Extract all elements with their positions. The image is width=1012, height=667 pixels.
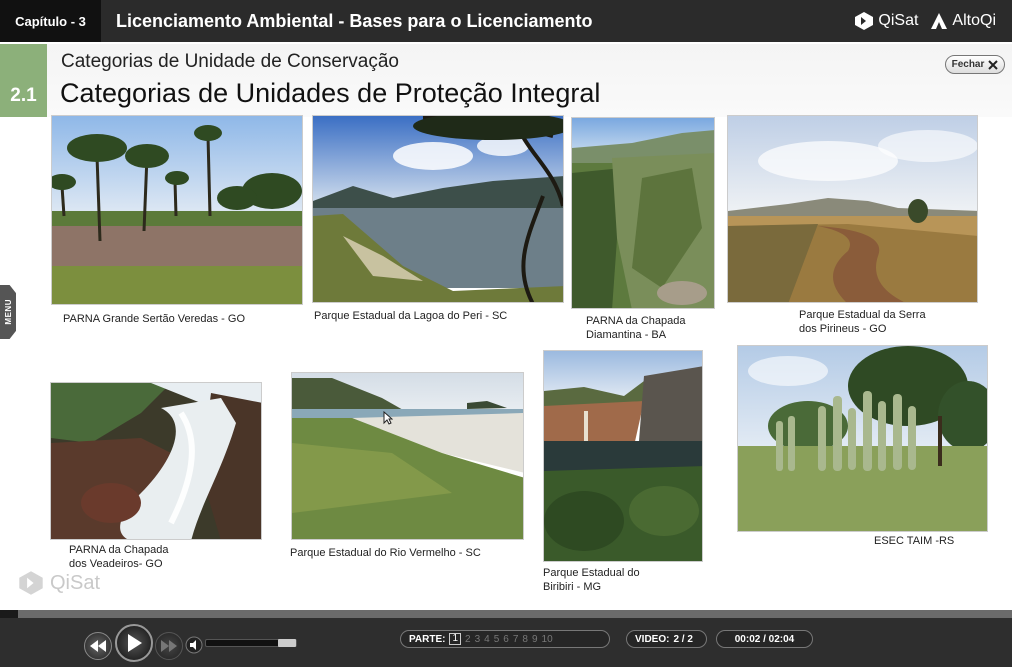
qisat-watermark: QiSat <box>18 570 100 596</box>
part-button-7[interactable]: 7 <box>513 634 519 645</box>
caption-line: Biribiri - MG <box>543 581 602 593</box>
photo-serra-dos-pirineus-image <box>728 116 977 302</box>
caption-line: Parque Estadual da Serra <box>799 309 926 321</box>
photo-lagoa-do-peri <box>312 115 564 303</box>
video-indicator-label: VIDEO: <box>635 633 670 645</box>
mouse-cursor-icon <box>383 411 393 425</box>
part-button-5[interactable]: 5 <box>494 634 500 645</box>
volume-icon[interactable] <box>185 636 203 654</box>
photo-chapada-diamantina <box>571 117 715 309</box>
altoqi-logo-text: AltoQi <box>952 12 996 29</box>
photo-chapada-dos-veadeiros <box>50 382 262 540</box>
caption-line: Diamantina - BA <box>586 329 667 341</box>
qisat-logo-text: QiSat <box>878 12 919 29</box>
qisat-watermark-text: QiSat <box>50 571 101 594</box>
photo-lagoa-do-peri-image <box>313 116 563 302</box>
part-button-6[interactable]: 6 <box>503 634 509 645</box>
part-button-9[interactable]: 9 <box>532 634 538 645</box>
section-subtitle: Categorias de Unidade de Conservação <box>61 51 399 72</box>
chapter-label: Capítulo - 3 <box>0 0 101 42</box>
photo-rio-vermelho <box>291 372 524 540</box>
course-title: Licenciamento Ambiental - Bases para o L… <box>116 10 593 31</box>
part-button-8[interactable]: 8 <box>522 634 528 645</box>
brand-logos: QiSat AltoQi <box>854 0 996 42</box>
photo-caption: ESEC TAIM -RS <box>874 534 954 548</box>
photo-caption: Parque Estadual da Serra dos Pirineus - … <box>799 308 926 336</box>
caption-line: ESEC TAIM -RS <box>874 535 955 547</box>
caption-line: PARNA da Chapada <box>586 315 686 327</box>
timeline-track[interactable] <box>0 610 1012 618</box>
close-icon <box>988 59 999 70</box>
timeline-progress <box>0 610 18 618</box>
photo-esec-taim-image <box>738 346 987 531</box>
caption-line: Parque Estadual do Rio Vermelho - SC <box>290 547 481 559</box>
altoqi-logo-icon <box>931 13 948 29</box>
menu-tab[interactable]: MENU <box>0 285 16 339</box>
photo-chapada-dos-veadeiros-image <box>51 383 261 539</box>
photo-grande-sertao-veredas <box>51 115 303 305</box>
close-button[interactable]: Fechar <box>945 55 1005 74</box>
top-bar: Capítulo - 3 Licenciamento Ambiental - B… <box>0 0 1012 42</box>
play-icon <box>128 634 142 652</box>
part-selector-label: PARTE: <box>409 633 446 645</box>
photo-rio-vermelho-image <box>292 373 523 539</box>
caption-line: dos Pirineus - GO <box>799 323 887 335</box>
photo-grande-sertao-veredas-image <box>52 116 302 304</box>
fast-forward-button[interactable] <box>155 632 183 660</box>
qisat-watermark-icon <box>19 571 43 595</box>
photo-caption: Parque Estadual da Lagoa do Peri - SC <box>314 309 507 323</box>
photo-chapada-diamantina-image <box>572 118 714 308</box>
part-button-1[interactable]: 1 <box>449 633 462 645</box>
photo-biribiri <box>543 350 703 562</box>
close-button-label: Fechar <box>951 59 985 70</box>
video-indicator: VIDEO: 2 / 2 <box>626 630 707 648</box>
fast-forward-icon <box>161 640 177 652</box>
page-title: Categorias de Unidades de Proteção Integ… <box>60 78 601 108</box>
photo-biribiri-image <box>544 351 702 561</box>
caption-line: PARNA Grande Sertão Veredas - GO <box>63 313 245 325</box>
part-button-10[interactable]: 10 <box>542 634 553 645</box>
photo-caption: Parque Estadual do Biribiri - MG <box>543 566 640 594</box>
part-selector: PARTE: 1 2 3 4 5 6 7 8 9 10 <box>400 630 610 648</box>
caption-line: dos Veadeiros- GO <box>69 558 163 570</box>
photo-caption: PARNA da Chapada Diamantina - BA <box>586 314 685 342</box>
section-number: 2.1 <box>0 44 47 117</box>
photo-esec-taim <box>737 345 988 532</box>
part-button-3[interactable]: 3 <box>475 634 481 645</box>
rewind-button[interactable] <box>84 632 112 660</box>
photo-serra-dos-pirineus <box>727 115 978 303</box>
rewind-icon <box>90 640 106 652</box>
menu-tab-label: MENU <box>3 299 13 325</box>
time-display: 00:02 / 02:04 <box>716 630 813 648</box>
qisat-logo-icon <box>855 12 874 30</box>
part-button-2[interactable]: 2 <box>465 634 471 645</box>
video-indicator-value: 2 / 2 <box>673 633 693 645</box>
caption-line: PARNA da Chapada <box>69 544 169 556</box>
volume-slider-handle[interactable] <box>278 639 296 647</box>
altoqi-logo: AltoQi <box>930 12 996 30</box>
caption-line: Parque Estadual da Lagoa do Peri - SC <box>314 310 508 322</box>
time-display-value: 00:02 / 02:04 <box>734 633 795 645</box>
photo-caption: PARNA Grande Sertão Veredas - GO <box>63 312 245 326</box>
caption-line: Parque Estadual do <box>543 567 640 579</box>
qisat-logo: QiSat <box>854 11 918 31</box>
photo-caption: Parque Estadual do Rio Vermelho - SC <box>290 546 481 560</box>
part-button-4[interactable]: 4 <box>484 634 490 645</box>
photo-caption: PARNA da Chapada dos Veadeiros- GO <box>69 543 168 571</box>
play-button[interactable] <box>115 624 153 662</box>
